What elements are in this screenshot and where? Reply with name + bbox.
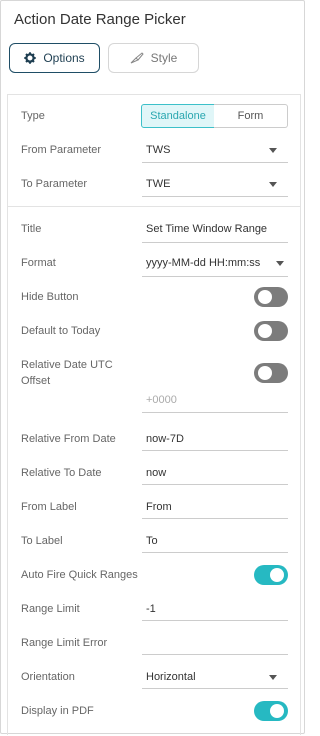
chevron-down-icon [269,675,277,680]
default-to-today-label: Default to Today [21,325,101,337]
tab-style[interactable]: Style [108,43,199,73]
tab-options-label: Options [43,51,85,65]
range-limit-error-label: Range Limit Error [21,637,108,649]
relative-to-date-label: Relative To Date [21,467,102,479]
from-parameter-value: TWS [146,144,171,156]
default-to-today-toggle[interactable] [254,321,288,341]
to-parameter-label: To Parameter [21,178,88,190]
range-limit-value: -1 [146,603,156,615]
from-label-value: From [146,501,172,513]
to-label-value: To [146,535,158,547]
orientation-value: Horizontal [146,671,196,683]
chevron-down-icon [269,148,277,153]
title-label: Title [21,223,42,235]
auto-fire-toggle[interactable] [254,565,288,585]
chevron-down-icon [269,182,277,187]
type-label: Type [21,110,45,122]
format-label: Format [21,257,56,269]
display-in-pdf-label: Display in PDF [21,705,94,717]
to-parameter-value: TWE [146,178,171,190]
type-form-option[interactable]: Form [214,104,288,128]
title-value: Set Time Window Range [146,223,268,235]
tab-style-label: Style [150,51,178,65]
chevron-down-icon [276,261,284,266]
relative-utc-offset-label: Relative Date UTC Offset [21,359,113,387]
utc-offset-placeholder: +0000 [146,394,177,406]
properties-panel: Action Date Range Picker Options Style T… [0,0,305,735]
relative-to-date-value: now [146,467,167,479]
orientation-label: Orientation [21,671,75,683]
format-value: yyyy-MM-dd HH:mm:ss [146,257,261,269]
relative-from-date-label: Relative From Date [21,433,116,445]
panel-title: Action Date Range Picker [14,11,186,28]
to-label-label: To Label [21,535,63,547]
tab-options[interactable]: Options [9,43,100,73]
hide-button-toggle[interactable] [254,287,288,307]
relative-utc-offset-toggle[interactable] [254,363,288,383]
relative-from-date-value: now-7D [146,433,184,445]
from-label-label: From Label [21,501,77,513]
type-standalone-option[interactable]: Standalone [141,104,215,128]
auto-fire-label: Auto Fire Quick Ranges [21,569,138,581]
brush-icon [130,52,144,64]
gear-icon [24,52,37,64]
display-in-pdf-toggle[interactable] [254,701,288,721]
range-limit-label: Range Limit [21,603,80,615]
from-parameter-label: From Parameter [21,144,102,156]
hide-button-label: Hide Button [21,291,79,303]
